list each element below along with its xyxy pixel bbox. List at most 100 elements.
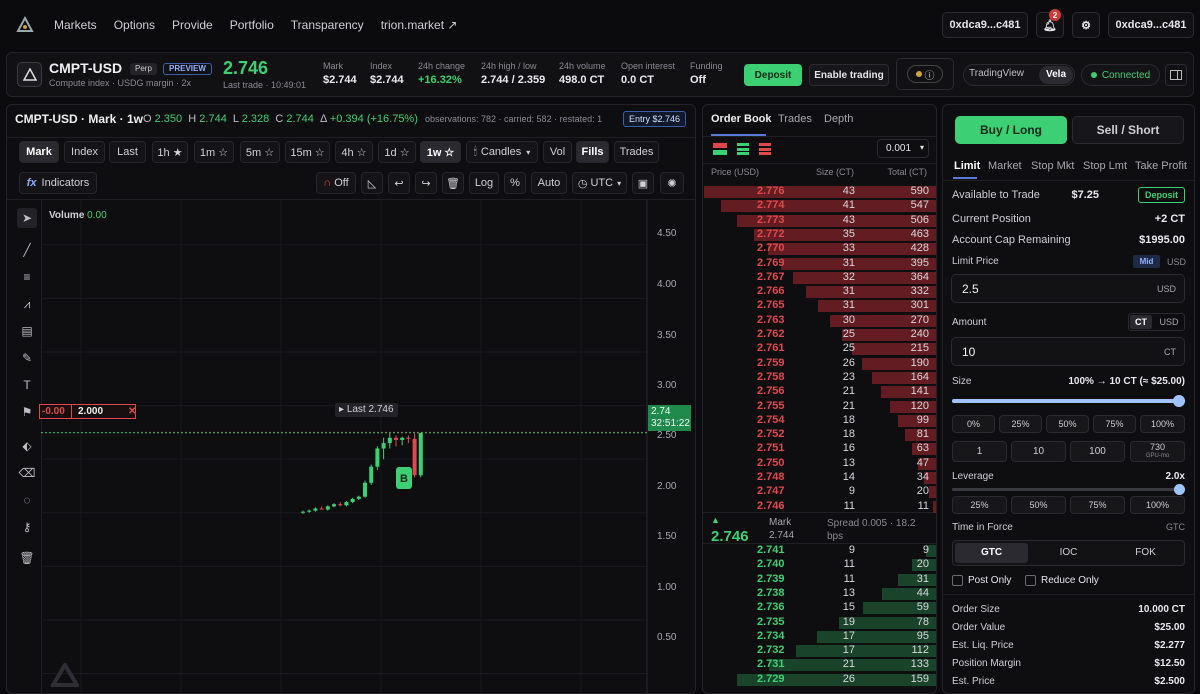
sell-short-button[interactable]: Sell / Short <box>1072 116 1184 144</box>
tf-1m[interactable]: 1m ☆ <box>194 141 234 163</box>
size-pct-50[interactable]: 50% <box>1046 415 1089 433</box>
bid-row[interactable]: 2.736 15 59 <box>704 601 936 615</box>
tf-4h[interactable]: 4h ☆ <box>335 141 373 163</box>
brush-icon[interactable]: ✎ <box>17 348 37 368</box>
trash-icon[interactable]: 🗑︎ <box>442 172 464 194</box>
ask-row[interactable]: 2.747 9 20 <box>704 485 936 499</box>
trades-toggle[interactable]: Trades <box>614 141 659 163</box>
vela-option[interactable]: Vela <box>1039 66 1073 84</box>
entry-badge[interactable]: Entry $2.746 <box>623 111 687 127</box>
deposit-button[interactable]: Deposit <box>744 64 802 86</box>
deposit-small-button[interactable]: Deposit <box>1138 187 1185 203</box>
enable-trading-button[interactable]: Enable trading <box>809 64 889 86</box>
tif-gtc[interactable]: GTC <box>955 543 1028 563</box>
ask-row[interactable]: 2.763 30 270 <box>704 314 936 328</box>
post-only-checkbox[interactable] <box>952 575 963 586</box>
buy-long-button[interactable]: Buy / Long <box>955 116 1067 144</box>
qty-preset-100[interactable]: 100 <box>1070 441 1125 462</box>
timezone-select[interactable]: ◷ UTC ▾ <box>572 172 627 194</box>
notifications-button[interactable]: 🔔︎ 2 <box>1036 9 1064 38</box>
bid-row[interactable]: 2.740 11 20 <box>704 558 936 572</box>
eraser-icon[interactable]: ⌫ <box>17 463 37 483</box>
leverage-slider-track[interactable] <box>952 488 1185 491</box>
ask-row[interactable]: 2.766 31 332 <box>704 285 936 299</box>
rectangle-icon[interactable]: ▤ <box>17 321 37 341</box>
nav-markets[interactable]: Markets <box>54 18 97 32</box>
indicators-button[interactable]: fx Indicators <box>19 172 97 194</box>
pattern-icon[interactable]: ⩘ <box>17 294 37 314</box>
nav-options[interactable]: Options <box>114 18 155 32</box>
ask-row[interactable]: 2.772 35 463 <box>704 228 936 242</box>
redo-icon[interactable]: ↪ <box>415 172 437 194</box>
bid-row[interactable]: 2.734 17 95 <box>704 630 936 644</box>
order-type-take-profit[interactable]: Take Profit <box>1135 160 1187 172</box>
wallet-button[interactable]: 0xdca9...c481 <box>942 12 1028 38</box>
tradingview-option[interactable]: TradingView <box>969 68 1024 79</box>
size-pct-25[interactable]: 25% <box>999 415 1042 433</box>
horizontal-lines-icon[interactable]: ≡ <box>17 267 37 287</box>
cursor-icon[interactable]: ➤ <box>17 208 37 228</box>
tab-trades[interactable]: Trades <box>778 113 812 125</box>
bid-row[interactable]: 2.741 9 9 <box>704 544 936 558</box>
tf-1d[interactable]: 1d ☆ <box>378 141 416 163</box>
order-type-limit[interactable]: Limit <box>954 160 980 172</box>
lev-pct-75[interactable]: 75% <box>1070 496 1125 514</box>
text-icon[interactable]: T <box>17 375 37 395</box>
leverage-slider-handle[interactable] <box>1174 484 1185 495</box>
ask-row[interactable]: 2.750 13 47 <box>704 457 936 471</box>
lev-pct-100[interactable]: 100% <box>1130 496 1185 514</box>
hide-drawings-icon[interactable]: ◌ <box>17 490 37 510</box>
unit-ct-option[interactable]: CT <box>1130 315 1152 329</box>
nav-transparency[interactable]: Transparency <box>291 18 364 32</box>
qty-preset-gpu-month[interactable]: 730 GPU-mo <box>1130 441 1185 462</box>
order-type-stop-market[interactable]: Stop Mkt <box>1031 160 1074 172</box>
ask-row[interactable]: 2.746 11 11 <box>704 500 936 514</box>
ask-row[interactable]: 2.752 18 81 <box>704 428 936 442</box>
cancel-order-icon[interactable]: ✕ <box>128 406 136 417</box>
source-index[interactable]: Index <box>64 141 105 163</box>
settings-button[interactable]: ⚙ <box>1072 12 1100 38</box>
layout-toggle-icon[interactable] <box>1165 64 1187 86</box>
view-bids-icon[interactable] <box>737 143 749 155</box>
qty-preset-1[interactable]: 1 <box>952 441 1007 462</box>
ask-row[interactable]: 2.773 43 506 <box>704 214 936 228</box>
nav-portfolio[interactable]: Portfolio <box>230 18 274 32</box>
lev-pct-25[interactable]: 25% <box>952 496 1007 514</box>
size-pct-75[interactable]: 75% <box>1093 415 1136 433</box>
magnet-toggle[interactable]: ∩ Off <box>316 172 356 194</box>
tf-1w[interactable]: 1w ☆ <box>420 141 461 163</box>
undo-icon[interactable]: ↩ <box>388 172 410 194</box>
size-slider-handle[interactable] <box>1173 395 1185 407</box>
ruler-icon[interactable]: ◺ <box>361 172 383 194</box>
ask-row[interactable]: 2.759 26 190 <box>704 357 936 371</box>
ask-row[interactable]: 2.758 23 164 <box>704 371 936 385</box>
nav-provide[interactable]: Provide <box>172 18 213 32</box>
flag-icon[interactable]: ⚑ <box>17 402 37 422</box>
tif-fok[interactable]: FOK <box>1109 543 1182 563</box>
tf-15m[interactable]: 15m ☆ <box>285 141 330 163</box>
fills-toggle[interactable]: Fills <box>576 141 609 163</box>
ask-row[interactable]: 2.748 14 34 <box>704 471 936 485</box>
amount-input[interactable]: 10 CT <box>951 337 1185 366</box>
price-chart[interactable] <box>41 200 696 694</box>
market-symbol[interactable]: CMPT-USD <box>49 60 122 76</box>
bid-row[interactable]: 2.732 17 112 <box>704 644 936 658</box>
source-last[interactable]: Last <box>109 141 146 163</box>
bid-row[interactable]: 2.739 11 31 <box>704 573 936 587</box>
source-mark[interactable]: Mark <box>19 141 59 163</box>
volume-toggle[interactable]: Vol <box>543 141 572 163</box>
ask-row[interactable]: 2.774 41 547 <box>704 199 936 213</box>
ask-row[interactable]: 2.756 21 141 <box>704 385 936 399</box>
ask-row[interactable]: 2.770 33 428 <box>704 242 936 256</box>
screenshot-icon[interactable]: ▣ <box>632 172 654 194</box>
order-type-market[interactable]: Market <box>988 160 1022 172</box>
account-button[interactable]: 0xdca9...c481 <box>1108 12 1194 38</box>
reduce-only-checkbox[interactable] <box>1025 575 1036 586</box>
lev-pct-50[interactable]: 50% <box>1011 496 1066 514</box>
ask-row[interactable]: 2.765 31 301 <box>704 299 936 313</box>
bid-row[interactable]: 2.731 21 133 <box>704 658 936 672</box>
order-type-stop-limit[interactable]: Stop Lmt <box>1083 160 1127 172</box>
status-toggle[interactable]: ⓘ <box>896 58 954 90</box>
size-slider-track[interactable] <box>952 399 1185 403</box>
tick-size-select[interactable]: 0.001 ▾ <box>877 139 929 158</box>
